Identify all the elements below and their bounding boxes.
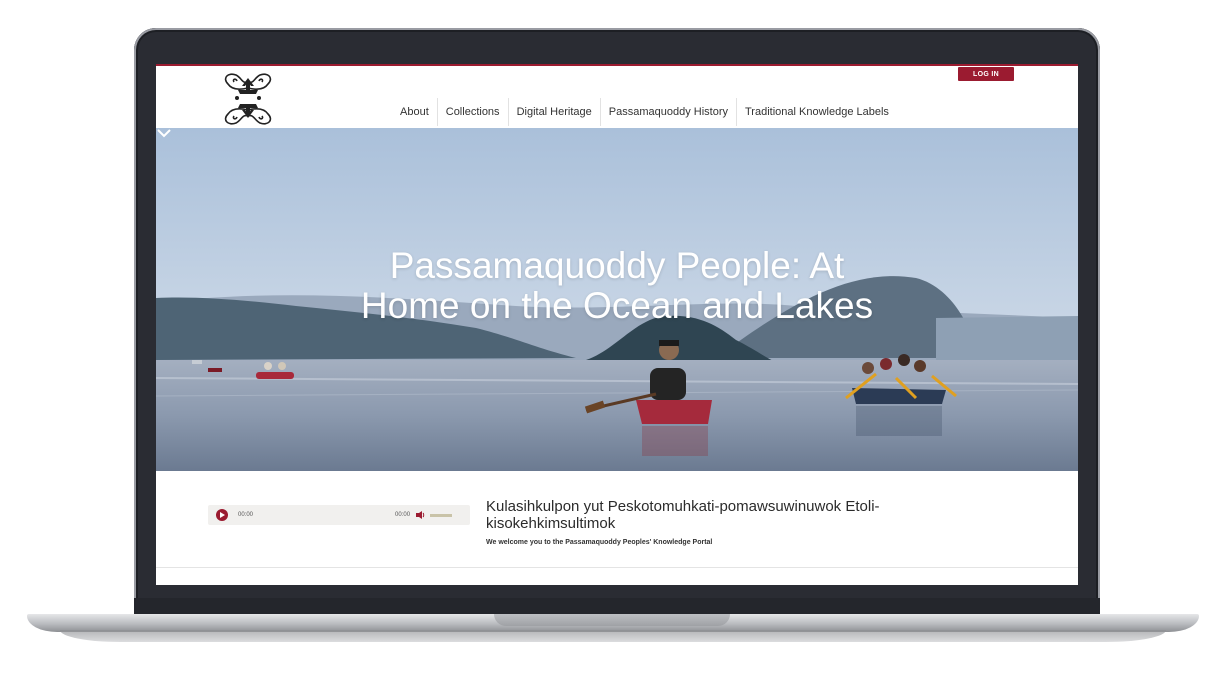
volume-icon <box>416 511 425 519</box>
site-logo[interactable] <box>220 70 276 128</box>
play-icon <box>220 512 225 518</box>
audio-duration: 00:00 <box>395 512 411 518</box>
volume-slider[interactable] <box>430 513 453 517</box>
audio-progress-track[interactable] <box>265 513 395 517</box>
volume-control[interactable] <box>416 511 453 519</box>
hero-title-line1: Passamaquoddy People: At <box>389 245 845 286</box>
site-header: LOG IN About Collections Digital Heritag… <box>156 66 1078 128</box>
play-button[interactable] <box>216 509 228 521</box>
welcome-title: Kulasihkulpon yut Peskotomuhkati-pomawsu… <box>486 498 880 532</box>
hero-banner: Passamaquoddy People: At Home on the Oce… <box>156 128 1078 471</box>
nav-digital-heritage[interactable]: Digital Heritage <box>507 98 600 126</box>
main-nav: About Collections Digital Heritage Passa… <box>392 98 897 126</box>
audio-current-time: 00:00 <box>238 512 254 518</box>
nav-collections[interactable]: Collections <box>436 98 508 126</box>
audio-player: 00:00 00:00 <box>208 505 470 525</box>
hero-title: Passamaquoddy People: At Home on the Oce… <box>326 246 908 326</box>
hero-title-line2: Home on the Ocean and Lakes <box>360 285 874 326</box>
login-button[interactable]: LOG IN <box>958 67 1014 81</box>
nav-passamaquoddy-history[interactable]: Passamaquoddy History <box>599 98 736 126</box>
browser-screen: LOG IN About Collections Digital Heritag… <box>156 64 1078 585</box>
laptop-base-lip <box>60 630 1166 642</box>
laptop-notch <box>494 614 730 626</box>
nav-about[interactable]: About <box>392 98 437 126</box>
welcome-subtitle: We welcome you to the Passamaquoddy Peop… <box>486 539 713 546</box>
nav-traditional-knowledge-labels[interactable]: Traditional Knowledge Labels <box>736 98 897 126</box>
section-divider <box>156 567 1078 568</box>
chevron-down-icon[interactable] <box>156 128 172 138</box>
